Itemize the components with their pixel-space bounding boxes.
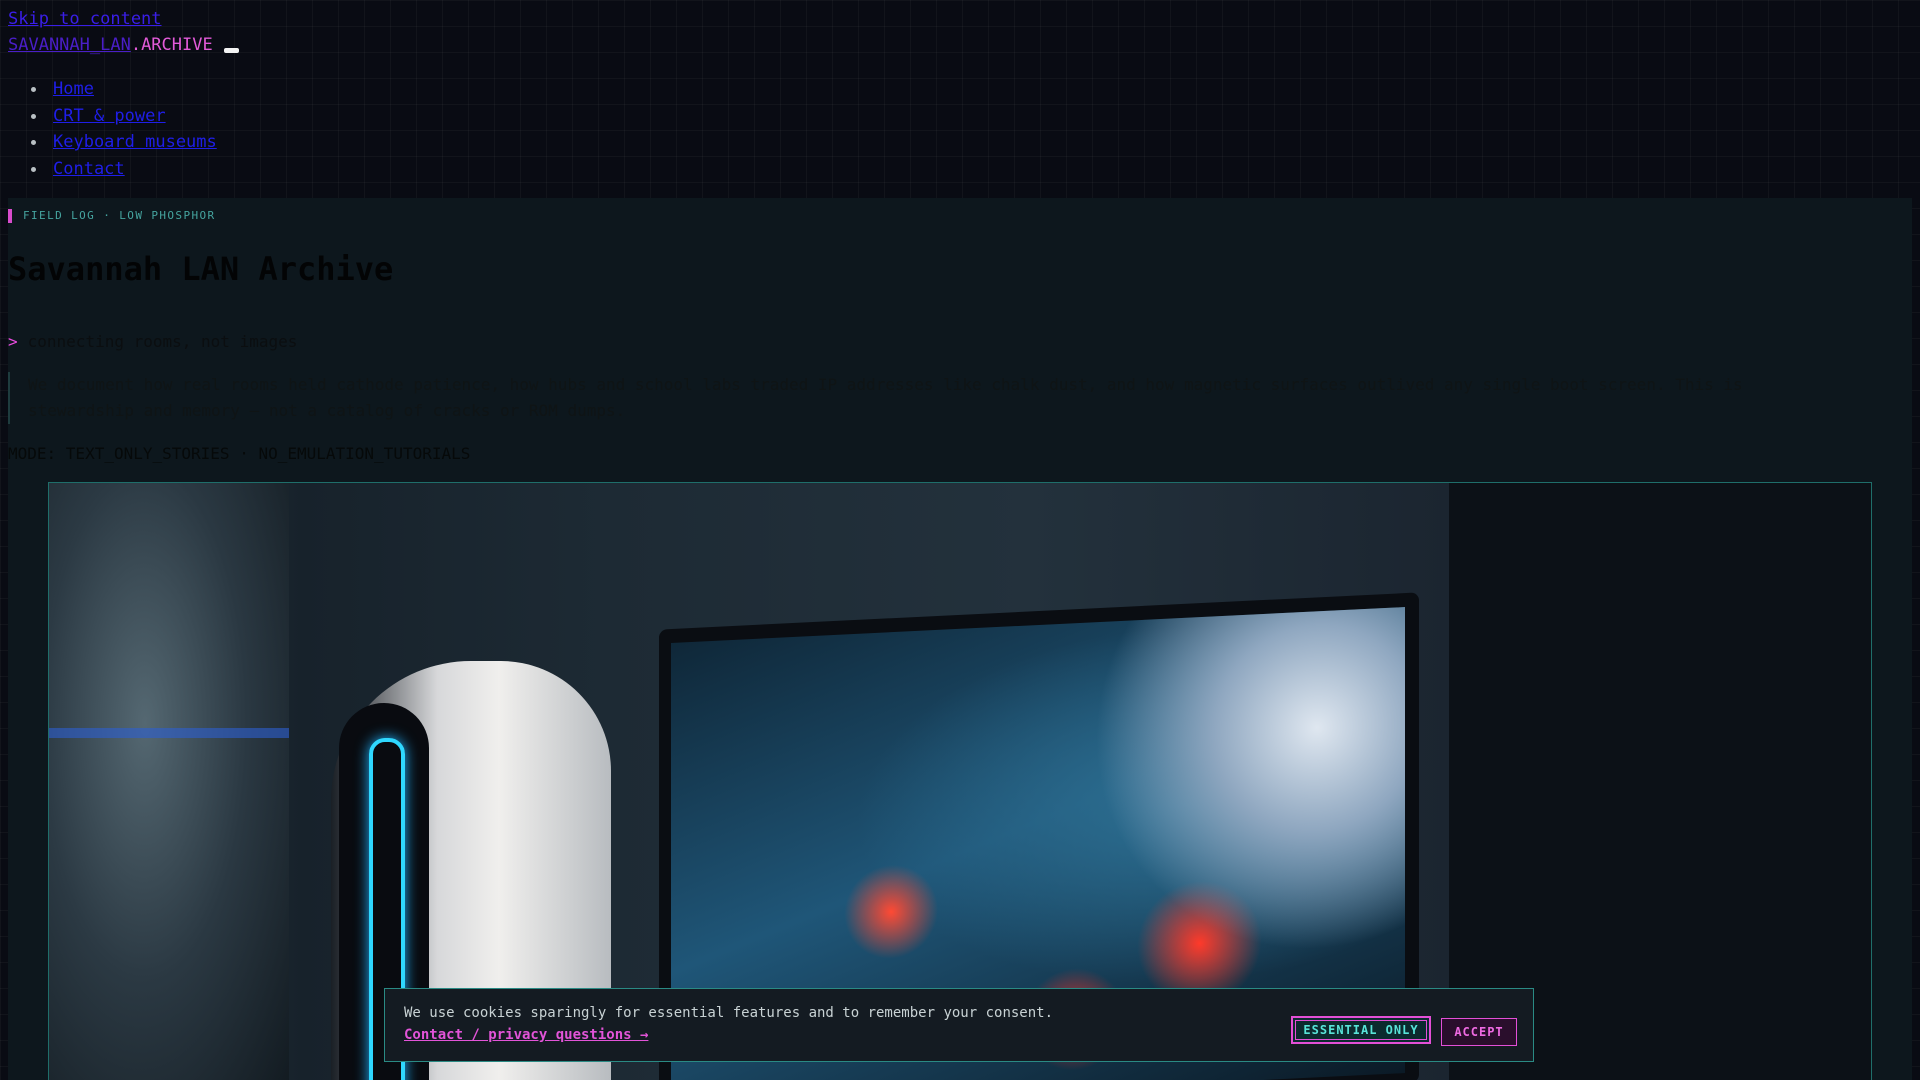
- nav-link-crt-power[interactable]: CRT & power: [53, 106, 166, 126]
- prompt-symbol: >: [8, 332, 18, 351]
- hero-section: FIELD LOG · LOW PHOSPHOR Savannah LAN Ar…: [8, 198, 1912, 1080]
- nav-item-home: Home: [0, 79, 217, 106]
- photo-background-blur: [49, 483, 289, 1080]
- cookie-banner: We use cookies sparingly for essential f…: [384, 988, 1534, 1062]
- mode-line: MODE: TEXT_ONLY_STORIES · NO_EMULATION_T…: [8, 444, 471, 463]
- skip-to-content-link[interactable]: Skip to content: [8, 9, 162, 29]
- menu-toggle-icon[interactable]: [223, 47, 239, 53]
- cookie-privacy-link[interactable]: Contact / privacy questions →: [404, 1027, 648, 1043]
- essential-only-button[interactable]: ESSENTIAL ONLY: [1291, 1016, 1431, 1044]
- page-title: Savannah LAN Archive: [8, 250, 394, 288]
- hero-kicker: FIELD LOG · LOW PHOSPHOR: [8, 209, 216, 223]
- tagline-text: connecting rooms, not images: [27, 332, 298, 351]
- brand-suffix: .ARCHIVE: [130, 35, 213, 55]
- cookie-text: We use cookies sparingly for essential f…: [404, 1005, 1054, 1021]
- main-nav: Home CRT & power Keyboard museums Contac…: [0, 79, 217, 185]
- nav-link-home[interactable]: Home: [53, 79, 94, 99]
- nav-item-keyboard-museums: Keyboard museums: [0, 132, 217, 159]
- nav-link-keyboard-museums[interactable]: Keyboard museums: [53, 132, 217, 152]
- nav-item-contact: Contact: [0, 159, 217, 186]
- nav-link-contact[interactable]: Contact: [53, 159, 125, 179]
- site-brand: SAVANNAH_LAN .ARCHIVE: [8, 35, 239, 55]
- accept-button[interactable]: ACCEPT: [1441, 1018, 1517, 1046]
- brand-home-link[interactable]: SAVANNAH_LAN: [8, 35, 131, 55]
- nav-item-crt-power: CRT & power: [0, 106, 217, 133]
- hero-intro: We document how real rooms held cathode …: [8, 372, 1858, 424]
- hero-tagline: > connecting rooms, not images: [8, 332, 297, 351]
- photo-blue-shelf: [49, 728, 289, 738]
